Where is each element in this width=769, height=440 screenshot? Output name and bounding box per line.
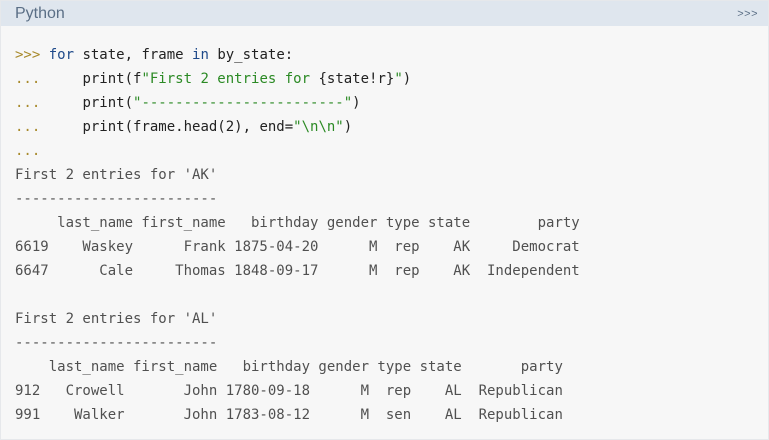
output-rule-al: ------------------------ (15, 335, 218, 351)
prompt-toggle-button[interactable]: >>> (737, 8, 758, 20)
code-text: ) (343, 119, 353, 135)
code-line-2: ... print(f"First 2 entries for {state!r… (15, 71, 411, 87)
keyword-in: in (192, 47, 209, 63)
code-line-4: ... print(frame.head(2), end="\n\n") (15, 119, 352, 135)
code-content: >>> for state, frame in by_state: ... pr… (1, 26, 768, 427)
string-literal: "------------------------" (133, 95, 353, 111)
keyword-for: for (48, 47, 75, 63)
code-text: {state!r} (318, 71, 395, 87)
code-block: Python >>> >>> for state, frame in by_st… (0, 0, 769, 440)
code-block-header: Python >>> (1, 1, 768, 26)
code-text: print(frame.head(2), end= (82, 119, 294, 135)
table-row: 6647 Cale Thomas 1848-09-17 M rep AK Ind… (15, 263, 580, 279)
code-text: state, frame (74, 47, 193, 63)
output-title-ak: First 2 entries for 'AK' (15, 167, 218, 183)
code-text: ) (402, 71, 412, 87)
code-line-3: ... print("------------------------") (15, 95, 361, 111)
continuation-marker: ... (15, 119, 83, 135)
table-row: 6619 Waskey Frank 1875-04-20 M rep AK De… (15, 239, 580, 255)
code-text: print(f (82, 71, 142, 87)
code-text: ) (352, 95, 361, 111)
continuation-marker: ... (15, 95, 83, 111)
prompt-marker: >>> (15, 47, 49, 63)
code-line-1: >>> for state, frame in by_state: (15, 47, 293, 63)
continuation-marker: ... (15, 143, 41, 159)
code-text: print( (82, 95, 134, 111)
table-header-al: last_name first_name birthday gender typ… (15, 359, 563, 375)
table-row: 991 Walker John 1783-08-12 M sen AL Repu… (15, 407, 563, 423)
continuation-marker: ... (15, 71, 83, 87)
output-rule-ak: ------------------------ (15, 191, 218, 207)
string-literal: "\n\n" (293, 119, 344, 135)
code-text: by_state: (208, 47, 294, 63)
string-literal: "First 2 entries for (141, 71, 319, 87)
table-row: 912 Crowell John 1780-09-18 M rep AL Rep… (15, 383, 563, 399)
output-title-al: First 2 entries for 'AL' (15, 311, 218, 327)
language-label: Python (15, 4, 65, 22)
table-header-ak: last_name first_name birthday gender typ… (15, 215, 580, 231)
string-literal: " (394, 71, 403, 87)
